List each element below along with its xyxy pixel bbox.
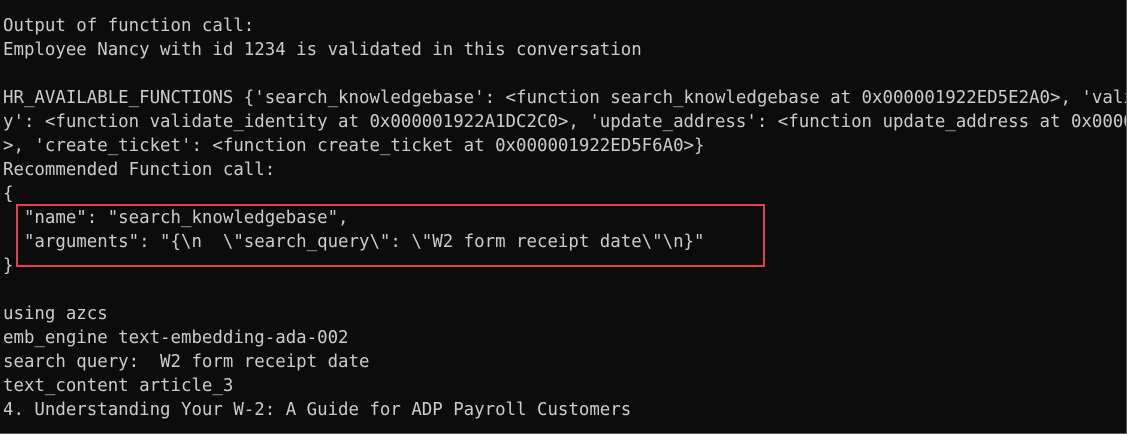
terminal-line-15: search query: W2 form receipt date — [3, 352, 370, 372]
terminal-line-4: HR_AVAILABLE_FUNCTIONS {'search_knowledg… — [3, 88, 1126, 108]
terminal-line-7: Recommended Function call: — [3, 160, 276, 180]
function-call-highlight-box — [16, 204, 765, 267]
terminal-line-16: text_content article_3 — [3, 376, 234, 396]
terminal-line-6: >, 'create_ticket': <function create_tic… — [3, 136, 705, 156]
terminal-line-17: 4. Understanding Your W-2: A Guide for A… — [3, 400, 632, 420]
terminal-output[interactable]: Output of function call: Employee Nancy … — [0, 0, 1127, 434]
terminal-line-5: y': <function validate_identity at 0x000… — [3, 112, 1127, 132]
terminal-line-14: emb_engine text-embedding-ada-002 — [3, 328, 349, 348]
terminal-line-11: } — [3, 256, 14, 276]
terminal-line-8: { — [3, 184, 14, 204]
terminal-line-2: Employee Nancy with id 1234 is validated… — [3, 40, 642, 60]
terminal-line-1: Output of function call: — [3, 16, 255, 36]
terminal-line-13: using azcs — [3, 304, 108, 324]
